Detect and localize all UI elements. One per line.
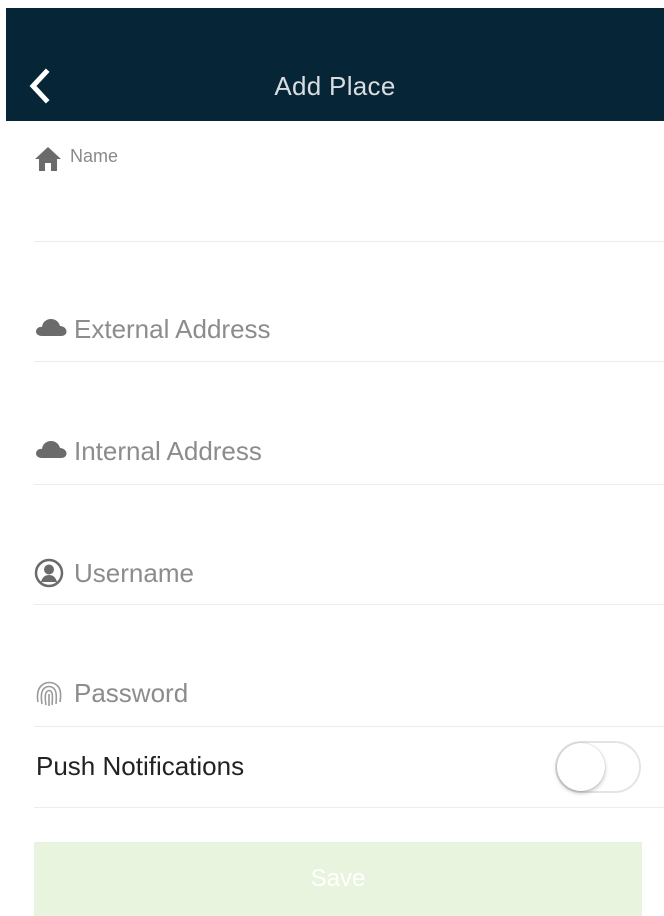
cloud-icon bbox=[36, 441, 67, 458]
toggle-knob bbox=[557, 743, 605, 791]
username-input[interactable] bbox=[74, 554, 634, 592]
push-notifications-toggle[interactable] bbox=[555, 741, 641, 793]
internal-address-field bbox=[34, 422, 664, 485]
external-address-input[interactable] bbox=[74, 310, 634, 348]
fingerprint-icon bbox=[36, 681, 62, 706]
push-notifications-label: Push Notifications bbox=[36, 751, 245, 781]
password-input[interactable] bbox=[74, 674, 634, 712]
home-icon bbox=[35, 147, 61, 171]
internal-address-input[interactable] bbox=[74, 432, 634, 470]
status-bar-area bbox=[0, 0, 664, 8]
name-label: Name bbox=[70, 146, 119, 166]
name-input[interactable] bbox=[74, 190, 634, 230]
username-field bbox=[34, 544, 664, 605]
push-notifications-row: Push Notifications bbox=[34, 727, 664, 808]
external-address-field bbox=[34, 300, 664, 362]
cloud-icon bbox=[36, 319, 67, 336]
save-button[interactable]: Save bbox=[34, 842, 642, 916]
password-field bbox=[34, 664, 664, 727]
page-title: Add Place bbox=[274, 71, 396, 101]
user-icon bbox=[34, 558, 64, 588]
name-field bbox=[34, 142, 664, 242]
navigation-bar: Add Place bbox=[6, 8, 664, 121]
